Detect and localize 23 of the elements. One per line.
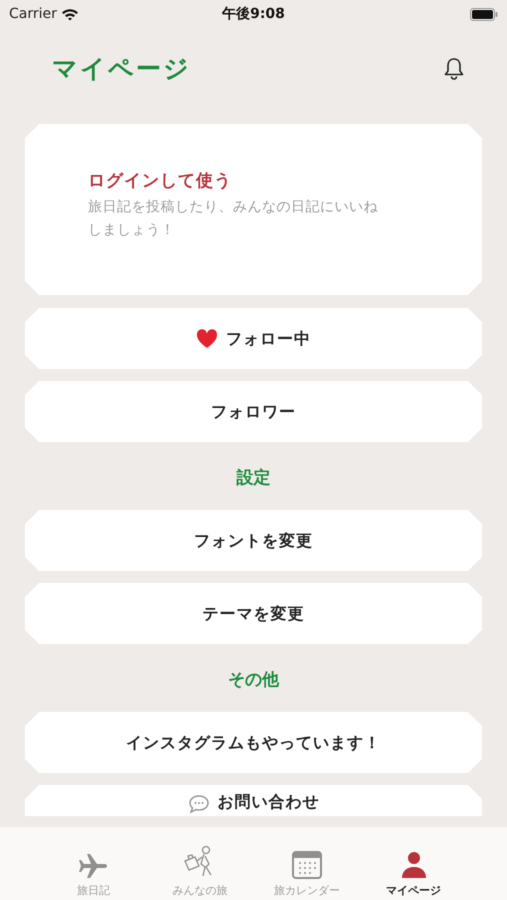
menu-button[interactable]: インスタグラムもやっています！ xyxy=(25,712,482,773)
section-heading: 設定 xyxy=(235,467,272,490)
tab-label[interactable]: マイページ xyxy=(386,883,442,900)
section-heading: その他 xyxy=(227,669,280,692)
airplane-icon[interactable] xyxy=(77,853,110,879)
heart-icon xyxy=(196,328,218,348)
page-title: マイページ xyxy=(52,53,191,86)
login-title: ログインして使う xyxy=(88,170,233,193)
clock-time: 午後9:08 xyxy=(222,4,285,24)
calendar-icon[interactable] xyxy=(292,851,322,879)
wifi-icon xyxy=(60,8,79,20)
battery-icon xyxy=(470,8,498,20)
menu-button[interactable]: フォロー中 xyxy=(25,308,482,369)
carrier-label: Carrier xyxy=(9,4,57,24)
person-icon[interactable] xyxy=(400,851,427,879)
login-card[interactable]: ログインして使う 旅日記を投稿したり、みんなの日記にいいねしましょう！ xyxy=(25,124,482,295)
login-message: 旅日記を投稿したり、みんなの日記にいいねしましょう！ xyxy=(88,198,379,240)
speech-bubble-icon xyxy=(188,794,210,814)
menu-button[interactable]: フォントを変更 xyxy=(25,510,482,571)
notification-bell-icon[interactable] xyxy=(443,57,465,81)
menu-button[interactable]: フォロワー xyxy=(25,381,482,442)
menu-button[interactable]: テーマを変更 xyxy=(25,583,482,644)
menu-button[interactable]: お問い合わせ xyxy=(25,785,482,816)
